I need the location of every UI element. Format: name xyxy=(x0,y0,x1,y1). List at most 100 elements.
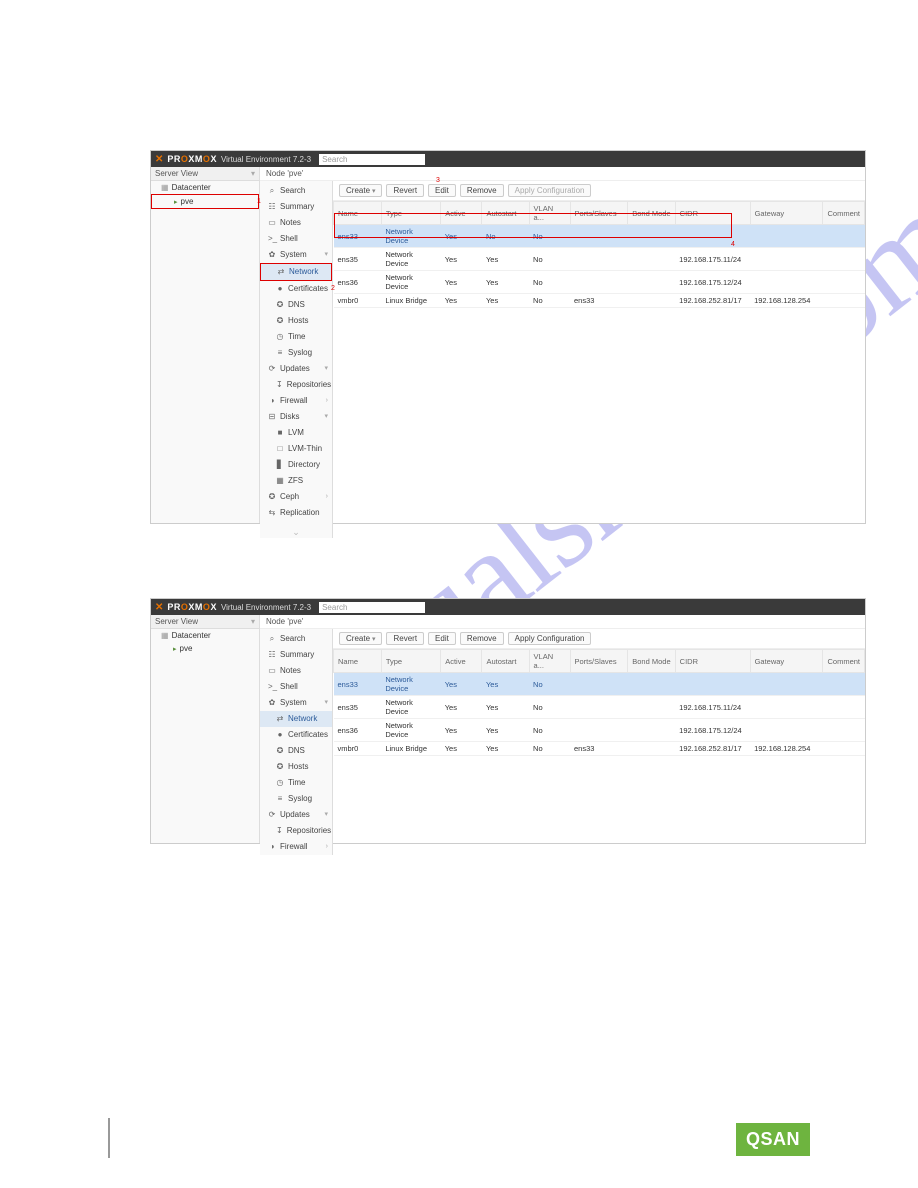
tree-datacenter[interactable]: Datacenter xyxy=(151,181,259,194)
search-input[interactable]: Search xyxy=(319,154,425,165)
server-view-header[interactable]: Server View ▾ xyxy=(151,167,259,181)
nav-search[interactable]: ⌕Search xyxy=(260,183,332,199)
cell-type: Linux Bridge xyxy=(381,742,440,756)
nav-firewall[interactable]: ◑Firewall› xyxy=(260,393,332,409)
firewall-icon: ◑ xyxy=(268,395,276,407)
nav-repositories[interactable]: ↧Repositories xyxy=(260,377,332,393)
col-vlan[interactable]: VLAN a... xyxy=(529,202,570,225)
nav-updates[interactable]: ⟳Updates▾ xyxy=(260,361,332,377)
repo-icon: ↧ xyxy=(276,379,283,391)
table-row[interactable]: ens33Network DeviceYesYesNo xyxy=(334,673,865,696)
table-row[interactable]: ens35Network DeviceYesYesNo192.168.175.1… xyxy=(334,696,865,719)
nav-notes[interactable]: ▭Notes xyxy=(260,663,332,679)
nav-search[interactable]: ⌕Search xyxy=(260,631,332,647)
cell-comment xyxy=(823,719,865,742)
col-name[interactable]: Name xyxy=(334,650,382,673)
nav-lvm[interactable]: ■LVM xyxy=(260,425,332,441)
nav-system[interactable]: ✿System▾ xyxy=(260,695,332,711)
table-header-row: Name Type Active Autostart VLAN a... Por… xyxy=(334,650,865,673)
table-row[interactable]: ens35Network DeviceYesYesNo192.168.175.1… xyxy=(334,248,865,271)
nav-zfs[interactable]: ▦ZFS xyxy=(260,473,332,489)
col-type[interactable]: Type xyxy=(381,650,440,673)
nav-dns[interactable]: ✪DNS xyxy=(260,743,332,759)
cell-ports: ens33 xyxy=(570,742,628,756)
nav-network[interactable]: ⇄Network xyxy=(260,263,332,281)
proxmox-x-icon: ✕ xyxy=(155,154,163,165)
notes-icon: ▭ xyxy=(268,217,276,229)
col-gateway[interactable]: Gateway xyxy=(750,202,823,225)
nav-system[interactable]: ✿System▾ xyxy=(260,247,332,263)
remove-button[interactable]: Remove xyxy=(460,184,504,197)
col-ports[interactable]: Ports/Slaves xyxy=(570,202,628,225)
col-active[interactable]: Active xyxy=(441,202,482,225)
col-ports[interactable]: Ports/Slaves xyxy=(570,650,628,673)
create-button[interactable]: Create xyxy=(339,184,382,197)
nav-ceph[interactable]: ✪Ceph› xyxy=(260,489,332,505)
server-view-header[interactable]: Server View ▾ xyxy=(151,615,259,629)
nav-syslog[interactable]: ≡Syslog xyxy=(260,791,332,807)
col-autostart[interactable]: Autostart xyxy=(482,202,529,225)
updates-icon: ⟳ xyxy=(268,363,276,375)
nav-time[interactable]: ◷Time xyxy=(260,775,332,791)
remove-button[interactable]: Remove xyxy=(460,632,504,645)
col-vlan[interactable]: VLAN a... xyxy=(529,650,570,673)
col-name[interactable]: Name xyxy=(334,202,382,225)
col-cidr[interactable]: CIDR xyxy=(675,650,750,673)
table-row[interactable]: vmbr0Linux BridgeYesYesNoens33192.168.25… xyxy=(334,294,865,308)
cell-active: Yes xyxy=(441,673,482,696)
node-header: Node 'pve' xyxy=(260,615,865,629)
col-autostart[interactable]: Autostart xyxy=(482,650,529,673)
summary-icon: ☷ xyxy=(268,649,276,661)
nav-certificates[interactable]: ●Certificates xyxy=(260,281,332,297)
apply-config-button[interactable]: Apply Configuration xyxy=(508,184,592,197)
col-type[interactable]: Type xyxy=(381,202,440,225)
nav-network[interactable]: ⇄Network xyxy=(260,711,332,727)
nav-syslog[interactable]: ≡Syslog xyxy=(260,345,332,361)
tree-node-pve[interactable]: pve xyxy=(151,642,259,655)
table-row[interactable]: ens33Network DeviceYesNoNo xyxy=(334,225,865,248)
cell-autostart: Yes xyxy=(482,696,529,719)
nav-time[interactable]: ◷Time xyxy=(260,329,332,345)
nav-hosts[interactable]: ✪Hosts xyxy=(260,313,332,329)
nav-dns[interactable]: ✪DNS xyxy=(260,297,332,313)
nav-hosts[interactable]: ✪Hosts xyxy=(260,759,332,775)
annotation-1: 1 xyxy=(257,198,261,205)
nav-directory[interactable]: ▋Directory xyxy=(260,457,332,473)
side-nav: ⌕Search ☷Summary ▭Notes >_Shell ✿System▾… xyxy=(260,181,333,538)
table-row[interactable]: ens36Network DeviceYesYesNo192.168.175.1… xyxy=(334,719,865,742)
nav-summary[interactable]: ☷Summary xyxy=(260,647,332,663)
nav-repositories[interactable]: ↧Repositories xyxy=(260,823,332,839)
table-row[interactable]: ens36Network DeviceYesYesNo192.168.175.1… xyxy=(334,271,865,294)
nav-notes[interactable]: ▭Notes xyxy=(260,215,332,231)
nav-replication[interactable]: ⇆Replication xyxy=(260,505,332,521)
nav-summary[interactable]: ☷Summary xyxy=(260,199,332,215)
col-gateway[interactable]: Gateway xyxy=(750,650,823,673)
nav-lvm-thin[interactable]: □LVM-Thin xyxy=(260,441,332,457)
nav-shell[interactable]: >_Shell xyxy=(260,679,332,695)
col-comment[interactable]: Comment xyxy=(823,650,865,673)
tree-datacenter[interactable]: Datacenter xyxy=(151,629,259,642)
tree-node-pve[interactable]: pve xyxy=(151,194,259,209)
chevron-down-icon[interactable]: ⌄ xyxy=(260,521,332,538)
network-icon: ⇄ xyxy=(276,713,284,725)
nav-updates[interactable]: ⟳Updates▾ xyxy=(260,807,332,823)
nav-certificates[interactable]: ●Certificates xyxy=(260,727,332,743)
datacenter-icon xyxy=(161,183,169,192)
revert-button[interactable]: Revert xyxy=(386,184,424,197)
create-button[interactable]: Create xyxy=(339,632,382,645)
nav-shell[interactable]: >_Shell xyxy=(260,231,332,247)
nav-firewall[interactable]: ◑Firewall› xyxy=(260,839,332,855)
col-bond[interactable]: Bond Mode xyxy=(628,650,675,673)
table-row[interactable]: vmbr0Linux BridgeYesYesNoens33192.168.25… xyxy=(334,742,865,756)
nav-disks[interactable]: ⊟Disks▾ xyxy=(260,409,332,425)
search-input[interactable]: Search xyxy=(319,602,425,613)
cell-autostart: Yes xyxy=(482,248,529,271)
apply-config-button[interactable]: Apply Configuration xyxy=(508,632,592,645)
edit-button[interactable]: Edit xyxy=(428,184,456,197)
col-comment[interactable]: Comment xyxy=(823,202,865,225)
col-active[interactable]: Active xyxy=(441,650,482,673)
revert-button[interactable]: Revert xyxy=(386,632,424,645)
col-bond[interactable]: Bond Mode xyxy=(628,202,675,225)
edit-button[interactable]: Edit xyxy=(428,632,456,645)
col-cidr[interactable]: CIDR xyxy=(675,202,750,225)
